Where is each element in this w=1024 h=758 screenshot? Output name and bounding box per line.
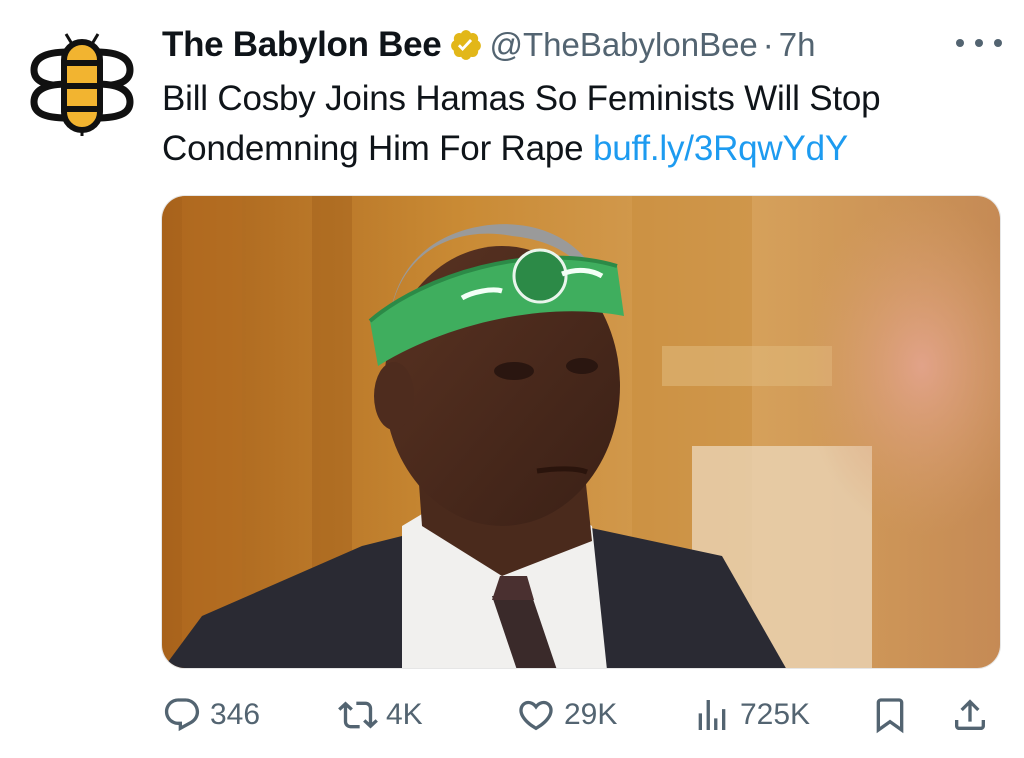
views-count: 725K bbox=[740, 698, 811, 731]
bookmark-button[interactable] bbox=[870, 690, 910, 740]
author-name[interactable]: The Babylon Bee bbox=[162, 25, 442, 65]
reply-count: 346 bbox=[210, 698, 261, 731]
like-button[interactable]: 29K bbox=[516, 690, 617, 740]
timestamp[interactable]: 7h bbox=[779, 26, 816, 64]
more-dots-icon[interactable] bbox=[956, 28, 1002, 58]
bee-logo-icon bbox=[30, 33, 134, 136]
reply-button[interactable]: 346 bbox=[162, 690, 260, 740]
tweet-link[interactable]: buff.ly/3RqwYdY bbox=[593, 129, 848, 168]
share-button[interactable] bbox=[950, 690, 990, 740]
retweet-count: 4K bbox=[386, 698, 423, 731]
views-icon bbox=[698, 700, 726, 730]
tweet-header: The Babylon Bee @TheBabylonBee · 7h bbox=[162, 22, 816, 68]
tweet-media-image[interactable] bbox=[161, 195, 1001, 669]
author-handle[interactable]: @TheBabylonBee bbox=[489, 26, 757, 64]
tweet-actions-bar: 346 4K 29K 725K bbox=[160, 690, 1000, 740]
separator-dot: · bbox=[762, 26, 774, 63]
reply-icon bbox=[164, 698, 200, 732]
bookmark-icon bbox=[876, 698, 904, 734]
tweet[interactable]: The Babylon Bee @TheBabylonBee · 7h Bill… bbox=[0, 0, 1024, 758]
like-count: 29K bbox=[564, 698, 618, 731]
avatar[interactable] bbox=[28, 30, 136, 138]
verified-badge-icon[interactable] bbox=[449, 28, 483, 62]
views-button[interactable]: 725K bbox=[692, 690, 810, 740]
more-dot bbox=[975, 39, 983, 47]
retweet-icon bbox=[338, 701, 378, 729]
retweet-button[interactable]: 4K bbox=[338, 690, 423, 740]
more-dot bbox=[994, 39, 1002, 47]
tweet-text: Bill Cosby Joins Hamas So Feminists Will… bbox=[162, 74, 992, 174]
heart-icon bbox=[519, 700, 553, 731]
share-icon bbox=[955, 699, 985, 730]
more-dot bbox=[956, 39, 964, 47]
